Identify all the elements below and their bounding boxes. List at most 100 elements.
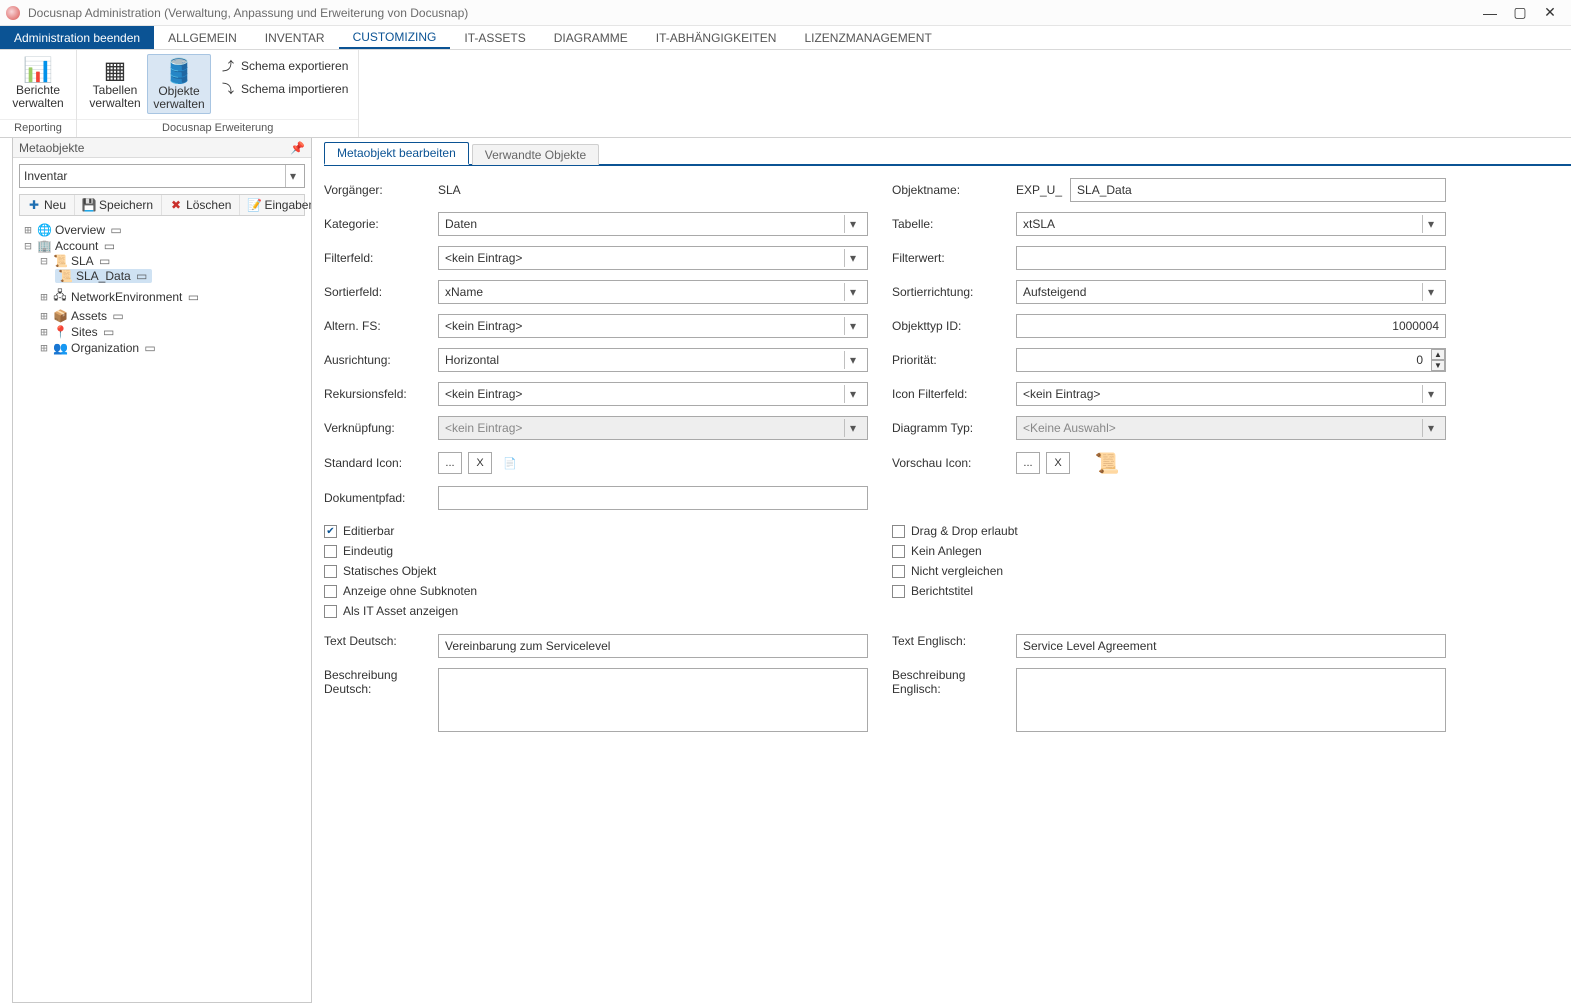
chk-eindeutig[interactable]: Eindeutig [324,544,864,558]
stdicon-clear-button[interactable]: X [468,452,492,474]
ribbon-group-reporting: 📊 Berichte verwalten Reporting [0,50,77,137]
schema-import-label: Schema importieren [241,82,348,96]
sortfeld-select[interactable]: xName▾ [438,280,868,304]
menu-lizenz[interactable]: LIZENZMANAGEMENT [790,26,945,49]
menu-abhaengigkeiten[interactable]: IT-ABHÄNGIGKEITEN [642,26,791,49]
checkbox-icon: ✔ [324,525,337,538]
tree-account-label: Account [55,239,98,253]
org-icon: 👥 [53,341,67,355]
tree-org-label: Organization [71,341,139,355]
rekursion-value: <kein Eintrag> [445,387,522,401]
stdicon-browse-button[interactable]: ... [438,452,462,474]
vorschauicon-clear-button[interactable]: X [1046,452,1070,474]
chk-editierbar-label: Editierbar [343,524,394,538]
text-de-input[interactable]: Vereinbarung zum Servicelevel [438,634,868,658]
objektname-input[interactable]: SLA_Data [1070,178,1446,202]
save-button[interactable]: 💾Speichern [75,195,162,215]
objtypid-label: Objekttyp ID: [892,319,992,333]
ausrichtung-select[interactable]: Horizontal▾ [438,348,868,372]
tree-sites[interactable]: ⊞📍Sites▭ [39,325,116,339]
chk-anzeige-sub[interactable]: Anzeige ohne Subknoten [324,584,864,598]
chevron-down-icon: ▾ [844,419,861,437]
kategorie-select[interactable]: Daten▾ [438,212,868,236]
tree-assets[interactable]: ⊞📦Assets▭ [39,309,125,323]
berichte-verwalten-button[interactable]: 📊 Berichte verwalten [6,54,70,112]
certificate-preview-icon: 📜 [1094,450,1120,476]
schema-export-button[interactable]: ⤴ Schema exportieren [217,56,352,75]
sortrichtung-select[interactable]: Aufsteigend▾ [1016,280,1446,304]
chk-statisch[interactable]: Statisches Objekt [324,564,864,578]
vorgaenger-label: Vorgänger: [324,183,414,197]
iconfilter-select[interactable]: <kein Eintrag>▾ [1016,382,1446,406]
assets-icon: 📦 [53,309,67,323]
ribbon: 📊 Berichte verwalten Reporting ▦ Tabelle… [0,50,1571,138]
text-en-input[interactable]: Service Level Agreement [1016,634,1446,658]
delete-button[interactable]: ✖Löschen [162,195,240,215]
alternfs-label: Altern. FS: [324,319,414,333]
tree-sla-data[interactable]: 📜SLA_Data▭ [55,269,152,283]
minimize-button[interactable]: — [1475,5,1505,21]
filterwert-input[interactable] [1016,246,1446,270]
objtypid-input[interactable]: 1000004 [1016,314,1446,338]
checkbox-grid: ✔ Editierbar Drag & Drop erlaubt Eindeuti… [324,524,1561,618]
tree-overview[interactable]: ⊞🌐Overview▭ [23,223,123,237]
tree-sla-label: SLA [71,254,94,268]
tabelle-select[interactable]: xtSLA▾ [1016,212,1446,236]
vorschauicon-browse-button[interactable]: ... [1016,452,1040,474]
tab-related[interactable]: Verwandte Objekte [472,144,599,165]
desc-de-label: Beschreibung Deutsch: [324,668,414,696]
tree-organization[interactable]: ⊞👥Organization▭ [39,341,157,355]
objekte-verwalten-button[interactable]: 🛢️ Objekte verwalten [147,54,211,114]
schema-import-button[interactable]: ⤵ Schema importieren [217,79,352,98]
tab-edit[interactable]: Metaobjekt bearbeiten [324,142,469,165]
chevron-down-icon: ▾ [844,351,861,369]
menu-admin-end[interactable]: Administration beenden [0,26,154,49]
pin-icon[interactable]: 📌 [290,141,305,155]
prio-input[interactable]: 0 [1016,348,1446,372]
inputmask-button[interactable]: 📝Eingabemaske [240,195,311,215]
window-icon: ▭ [109,223,123,237]
chk-eindeutig-label: Eindeutig [343,544,393,558]
object-tree[interactable]: ⊞🌐Overview▭ ⊟🏢Account▭ ⊟📜SLA▭ 📜SLA_Data▭… [19,222,305,357]
chk-kein-anlegen[interactable]: Kein Anlegen [892,544,1432,558]
chk-nicht-vergleichen[interactable]: Nicht vergleichen [892,564,1432,578]
database-icon: 🛢️ [164,57,194,85]
tree-sla[interactable]: ⊟📜SLA▭ [39,254,305,268]
window-icon: ▭ [102,325,116,339]
window-icon: ▭ [186,290,200,304]
tabellen-verwalten-button[interactable]: ▦ Tabellen verwalten [83,54,147,112]
spin-down[interactable]: ▼ [1431,360,1445,371]
left-panel-header: Metaobjekte 📌 [13,138,311,158]
desc-en-label: Beschreibung Englisch: [892,668,992,696]
checkbox-icon [892,525,905,538]
dokpfad-label: Dokumentpfad: [324,491,414,505]
tree-network-environment[interactable]: ⊞🖧NetworkEnvironment▭ [39,286,200,307]
dokpfad-input[interactable] [438,486,868,510]
tabellen-label: Tabellen verwalten [85,84,145,110]
tree-account[interactable]: ⊟🏢Account▭ [23,239,305,253]
chk-als-it-asset[interactable]: Als IT Asset anzeigen [324,604,864,618]
objekte-label: Objekte verwalten [150,85,208,111]
filterfeld-select[interactable]: <kein Eintrag>▾ [438,246,868,270]
menu-diagramme[interactable]: DIAGRAMME [540,26,642,49]
menu-allgemein[interactable]: ALLGEMEIN [154,26,251,49]
delete-label: Löschen [186,198,231,212]
metaobject-type-select[interactable]: Inventar ▾ [19,164,305,188]
chevron-down-icon: ▾ [1422,215,1439,233]
alternfs-select[interactable]: <kein Eintrag>▾ [438,314,868,338]
chk-berichtstitel[interactable]: Berichtstitel [892,584,1432,598]
menu-itassets[interactable]: IT-ASSETS [450,26,539,49]
desc-de-textarea[interactable] [438,668,868,732]
menu-customizing[interactable]: CUSTOMIZING [339,26,451,49]
close-button[interactable]: ✕ [1535,4,1565,21]
sortrichtung-value: Aufsteigend [1023,285,1086,299]
chk-editierbar[interactable]: ✔ Editierbar [324,524,864,538]
rekursion-select[interactable]: <kein Eintrag>▾ [438,382,868,406]
maximize-button[interactable]: ▢ [1505,4,1535,21]
menu-inventar[interactable]: INVENTAR [251,26,339,49]
spin-up[interactable]: ▲ [1431,349,1445,360]
inputmask-label: Eingabemaske [264,198,311,212]
desc-en-textarea[interactable] [1016,668,1446,732]
new-button[interactable]: ✚Neu [20,195,75,215]
chk-dragdrop[interactable]: Drag & Drop erlaubt [892,524,1432,538]
